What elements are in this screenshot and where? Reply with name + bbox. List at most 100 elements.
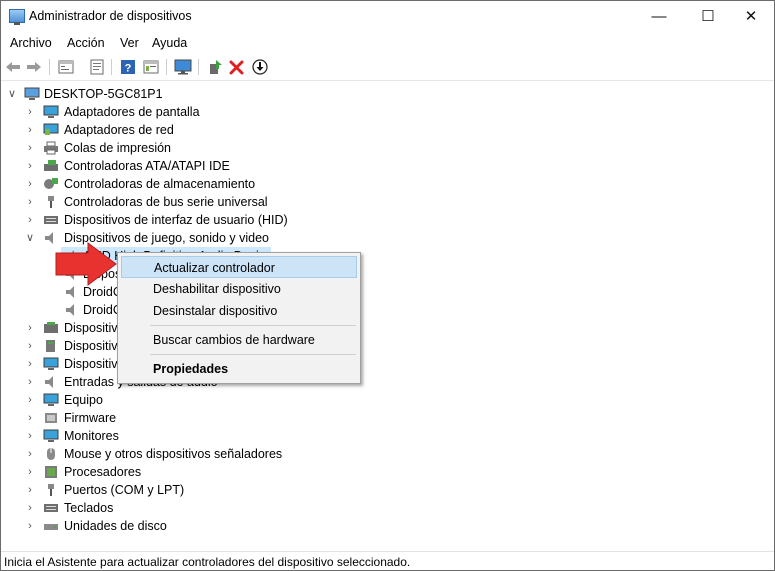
tree-item[interactable]: › Adaptadores de pantalla — [1, 103, 301, 121]
context-menu: Actualizar controlador Deshabilitar disp… — [117, 252, 361, 384]
speaker-icon — [64, 303, 80, 317]
uninstall-icon[interactable] — [228, 58, 246, 76]
properties-icon[interactable] — [88, 58, 106, 76]
menu-ayuda[interactable]: Ayuda — [152, 36, 187, 50]
chevron-right-icon[interactable]: › — [25, 427, 35, 445]
chevron-right-icon[interactable]: › — [25, 121, 35, 139]
chevron-right-icon[interactable]: › — [25, 139, 35, 157]
tree-item[interactable]: › Teclados — [1, 499, 301, 517]
computer-icon — [43, 393, 59, 407]
forward-icon[interactable] — [25, 58, 43, 76]
computer-name: DESKTOP-5GC81P1 — [44, 87, 163, 101]
menu-item-actualizar-controlador[interactable]: Actualizar controlador — [121, 256, 357, 278]
tree-item-label: Unidades de disco — [64, 519, 167, 533]
annotation-arrow — [55, 242, 117, 286]
menu-separator — [150, 325, 356, 326]
port-icon — [43, 483, 59, 497]
tree-child[interactable]: DroidC — [61, 301, 122, 319]
device-icon — [43, 321, 59, 335]
close-button[interactable]: ✕ — [728, 1, 774, 32]
chevron-right-icon[interactable]: › — [25, 103, 35, 121]
update-driver-icon[interactable] — [206, 58, 224, 76]
toolbar-separator — [111, 59, 112, 75]
computer-icon — [24, 87, 40, 101]
tree-item[interactable]: › Colas de impresión — [1, 139, 301, 157]
chevron-right-icon[interactable]: › — [25, 481, 35, 499]
device-manager-icon — [9, 9, 25, 25]
speaker-icon — [64, 285, 80, 299]
chevron-right-icon[interactable]: › — [25, 193, 35, 211]
chevron-right-icon[interactable]: › — [25, 499, 35, 517]
chevron-down-icon[interactable]: ∨ — [7, 85, 17, 103]
firmware-icon — [43, 411, 59, 425]
tree-item[interactable]: › Controladoras de bus serie universal — [1, 193, 301, 211]
hid-icon — [43, 213, 59, 227]
menu-ver[interactable]: Ver — [120, 36, 139, 50]
usb-icon — [43, 195, 59, 209]
tree-item-label: Controladoras de almacenamiento — [64, 177, 256, 191]
tree-item[interactable]: › Monitores — [1, 427, 301, 445]
tree-item[interactable]: › Controladoras de almacenamiento — [1, 175, 301, 193]
menu-item-propiedades[interactable]: Propiedades — [121, 358, 357, 380]
menu-item-deshabilitar-dispositivo[interactable]: Deshabilitar dispositivo — [121, 278, 357, 300]
tree-item-label: Firmware — [64, 411, 117, 425]
network-adapter-icon — [43, 123, 59, 137]
printer-icon — [43, 141, 59, 155]
toolbar-separator — [166, 59, 167, 75]
chevron-right-icon[interactable]: › — [25, 337, 35, 355]
status-bar: Inicia el Asistente para actualizar cont… — [1, 551, 774, 570]
device-tree-icon[interactable] — [57, 58, 75, 76]
menu-item-label: Desinstalar dispositivo — [153, 304, 278, 318]
menu-archivo[interactable]: Archivo — [10, 36, 52, 50]
view-icon[interactable] — [142, 58, 160, 76]
chevron-right-icon[interactable]: › — [25, 319, 35, 337]
menu-item-label: Deshabilitar dispositivo — [153, 282, 281, 296]
chevron-right-icon[interactable]: › — [25, 409, 35, 427]
menu-item-label: Buscar cambios de hardware — [153, 333, 315, 347]
tree-item[interactable]: › Procesadores — [1, 463, 301, 481]
keyboard-icon — [43, 501, 59, 515]
chevron-down-icon[interactable]: ∨ — [25, 229, 35, 247]
chevron-right-icon[interactable]: › — [25, 463, 35, 481]
tree-item-label: Procesadores — [64, 465, 142, 479]
menu-item-buscar-cambios[interactable]: Buscar cambios de hardware — [121, 329, 357, 351]
minimize-button[interactable]: — — [636, 1, 682, 32]
chevron-right-icon[interactable]: › — [25, 445, 35, 463]
help-icon[interactable]: ? — [119, 58, 137, 76]
tree-item[interactable]: › Unidades de disco — [1, 517, 301, 535]
title-bar: Administrador de dispositivos — ☐ ✕ — [1, 1, 774, 32]
chevron-right-icon[interactable]: › — [25, 355, 35, 373]
download-icon[interactable] — [251, 58, 269, 76]
monitor-icon — [43, 429, 59, 443]
device-icon — [43, 339, 59, 353]
chevron-right-icon[interactable]: › — [25, 373, 35, 391]
toolbar-separator — [49, 59, 50, 75]
tree-item-label: Puertos (COM y LPT) — [64, 483, 185, 497]
tree-item[interactable]: › Dispositivos de interfaz de usuario (H… — [1, 211, 301, 229]
chevron-right-icon[interactable]: › — [25, 391, 35, 409]
device-manager-window: Administrador de dispositivos — ☐ ✕ Arch… — [0, 0, 775, 571]
chevron-right-icon[interactable]: › — [25, 157, 35, 175]
menu-accion[interactable]: Acción — [67, 36, 105, 50]
tree-item[interactable]: › Adaptadores de red — [1, 121, 301, 139]
tree-item-label: Dispositivo — [64, 357, 125, 371]
tree-root[interactable]: ∨ DESKTOP-5GC81P1 — [1, 85, 301, 103]
chevron-right-icon[interactable]: › — [25, 211, 35, 229]
tree-item-expanded[interactable]: ∨ Dispositivos de juego, sonido y video — [1, 229, 301, 247]
back-icon[interactable] — [4, 58, 22, 76]
tree-item[interactable]: › Mouse y otros dispositivos señaladores — [1, 445, 301, 463]
monitor-icon[interactable] — [174, 58, 192, 76]
tree-item-label: Teclados — [64, 501, 114, 515]
menu-item-desinstalar-dispositivo[interactable]: Desinstalar dispositivo — [121, 300, 357, 322]
chevron-right-icon[interactable]: › — [25, 175, 35, 193]
maximize-button[interactable]: ☐ — [685, 1, 731, 32]
display-adapter-icon — [43, 105, 59, 119]
status-text: Inicia el Asistente para actualizar cont… — [4, 555, 411, 569]
tree-item[interactable]: › Controladoras ATA/ATAPI IDE — [1, 157, 301, 175]
tree-item-label: Adaptadores de pantalla — [64, 105, 200, 119]
tree-item[interactable]: › Puertos (COM y LPT) — [1, 481, 301, 499]
device-icon — [43, 357, 59, 371]
tree-item[interactable]: › Equipo — [1, 391, 301, 409]
chevron-right-icon[interactable]: › — [25, 517, 35, 535]
tree-item[interactable]: › Firmware — [1, 409, 301, 427]
